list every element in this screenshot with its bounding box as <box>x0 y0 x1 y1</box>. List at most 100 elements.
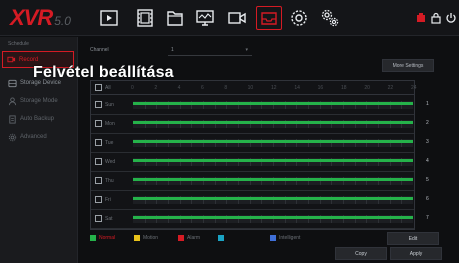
record-schedule-bar <box>133 197 413 200</box>
hour-tick-label: 10 <box>247 85 254 91</box>
schedule-row-fri[interactable]: Fri <box>91 191 414 210</box>
day-checkbox[interactable] <box>95 139 102 146</box>
channel-label: Channel <box>90 47 109 53</box>
brand-name: XVR <box>10 5 53 30</box>
legend-item: Normal <box>90 235 115 241</box>
hour-tick-label: 16 <box>317 85 324 91</box>
row-number: 3 <box>426 139 429 145</box>
channel-value: 1 <box>171 47 174 53</box>
record-schedule-bar <box>133 102 413 105</box>
hour-tick-label: 18 <box>341 85 347 91</box>
day-checkbox[interactable] <box>95 120 102 127</box>
legend-item: Motion <box>134 235 158 241</box>
record-schedule-bar <box>133 121 413 124</box>
day-label: Sat <box>105 216 113 222</box>
legend-label: Motion <box>143 235 159 241</box>
network-icon[interactable] <box>193 7 217 29</box>
hour-tick-label: 0 <box>131 85 134 91</box>
schedule-header: All 0 2 4 6 8 10 12 14 16 18 20 22 24 <box>91 81 417 95</box>
day-label: Fri <box>105 197 111 203</box>
copy-button[interactable]: Copy <box>335 247 387 260</box>
day-checkbox[interactable] <box>95 101 102 108</box>
sidebar-item-advanced[interactable]: Advanced <box>4 129 76 145</box>
day-label: Tue <box>105 140 114 146</box>
legend-item <box>218 235 227 241</box>
record-schedule-bar <box>133 159 413 162</box>
schedule-row-wed[interactable]: Wed <box>91 153 414 172</box>
hour-tick-label: 12 <box>271 85 277 91</box>
row-number: 4 <box>426 158 429 164</box>
folder-icon[interactable] <box>163 7 187 29</box>
day-checkbox[interactable] <box>95 196 102 203</box>
legend-label: Intelligent <box>279 235 301 241</box>
backup-icon <box>9 114 16 124</box>
hour-tick-label: 2 <box>154 85 158 91</box>
schedule-grid[interactable]: All 0 2 4 6 8 10 12 14 16 18 20 22 24 Sun Mon Tue Wed Th… <box>90 80 417 230</box>
more-settings-button[interactable]: More Settings <box>382 59 434 72</box>
lock-icon[interactable] <box>429 10 443 26</box>
schedule-row-tue[interactable]: Tue <box>91 134 414 153</box>
alarm-icon[interactable] <box>414 10 428 26</box>
day-checkbox[interactable] <box>95 177 102 184</box>
day-checkbox[interactable] <box>95 215 102 222</box>
hour-tick-label: 14 <box>294 85 300 91</box>
brand-logo: XVR 5.0 <box>10 5 71 31</box>
legend-swatch <box>218 235 224 241</box>
settings-icon[interactable] <box>287 7 311 29</box>
record-schedule-bar <box>133 216 413 219</box>
day-label: Thu <box>105 178 114 184</box>
hour-tick-label: 8 <box>224 85 228 91</box>
select-all-label: All <box>105 85 111 91</box>
row-number: 6 <box>426 196 429 202</box>
legend-item: Alarm <box>178 235 200 241</box>
legend-swatch <box>178 235 184 241</box>
storage-icon[interactable] <box>256 6 282 30</box>
row-number: 5 <box>426 177 429 183</box>
schedule-row-thu[interactable]: Thu <box>91 172 414 191</box>
hdd-icon <box>8 79 17 87</box>
hour-tick-label: 4 <box>177 85 181 91</box>
sidebar-item-storage-mode[interactable]: Storage Mode <box>4 93 76 109</box>
legend-swatch <box>270 235 276 241</box>
channel-select[interactable]: 1 ▾ <box>168 44 252 56</box>
sidebar-item-auto-backup[interactable]: Auto Backup <box>4 111 76 127</box>
legend-swatch <box>134 235 140 241</box>
sidebar-item-label: Record <box>19 56 39 63</box>
schedule-row-mon[interactable]: Mon <box>91 115 414 134</box>
film-icon[interactable] <box>133 7 157 29</box>
hour-tick-label: 6 <box>201 85 204 91</box>
hour-tick-label: 20 <box>364 85 370 91</box>
legend-label: Normal <box>99 235 116 241</box>
day-label: Sun <box>105 102 114 108</box>
sidebar-item-label: Advanced <box>20 134 47 140</box>
day-label: Wed <box>105 159 116 165</box>
row-number: 7 <box>426 215 429 221</box>
edit-button[interactable]: Edit <box>387 232 439 245</box>
schedule-row-sat[interactable]: Sat <box>91 210 414 229</box>
page-title: Felvétel beállítása <box>33 64 174 81</box>
camera-icon[interactable] <box>225 7 249 29</box>
sidebar-header: Schedule <box>8 41 29 47</box>
select-all-checkbox[interactable] <box>95 84 102 91</box>
hour-tick-label: 22 <box>387 85 394 91</box>
power-icon[interactable] <box>444 10 458 26</box>
chevron-down-icon: ▾ <box>245 47 248 53</box>
row-number: 2 <box>426 120 429 126</box>
schedule-row-sun[interactable]: Sun <box>91 96 414 115</box>
system-settings-icon[interactable] <box>318 7 342 29</box>
playback-icon[interactable] <box>97 7 121 29</box>
apply-button[interactable]: Apply <box>390 247 442 260</box>
legend-label: Alarm <box>187 235 201 241</box>
hour-tick-label: 24 <box>411 85 417 91</box>
record-schedule-bar <box>133 178 413 181</box>
sidebar-item-label: Auto Backup <box>20 116 55 122</box>
legend-item: Intelligent <box>270 235 300 241</box>
day-checkbox[interactable] <box>95 158 102 165</box>
top-bar: XVR 5.0 <box>0 0 459 36</box>
storage-mode-icon <box>8 96 17 105</box>
record-schedule-bar <box>133 140 413 143</box>
advanced-icon <box>8 133 17 141</box>
record-icon <box>7 56 16 63</box>
legend-swatch <box>90 235 96 241</box>
day-label: Mon <box>105 121 115 127</box>
